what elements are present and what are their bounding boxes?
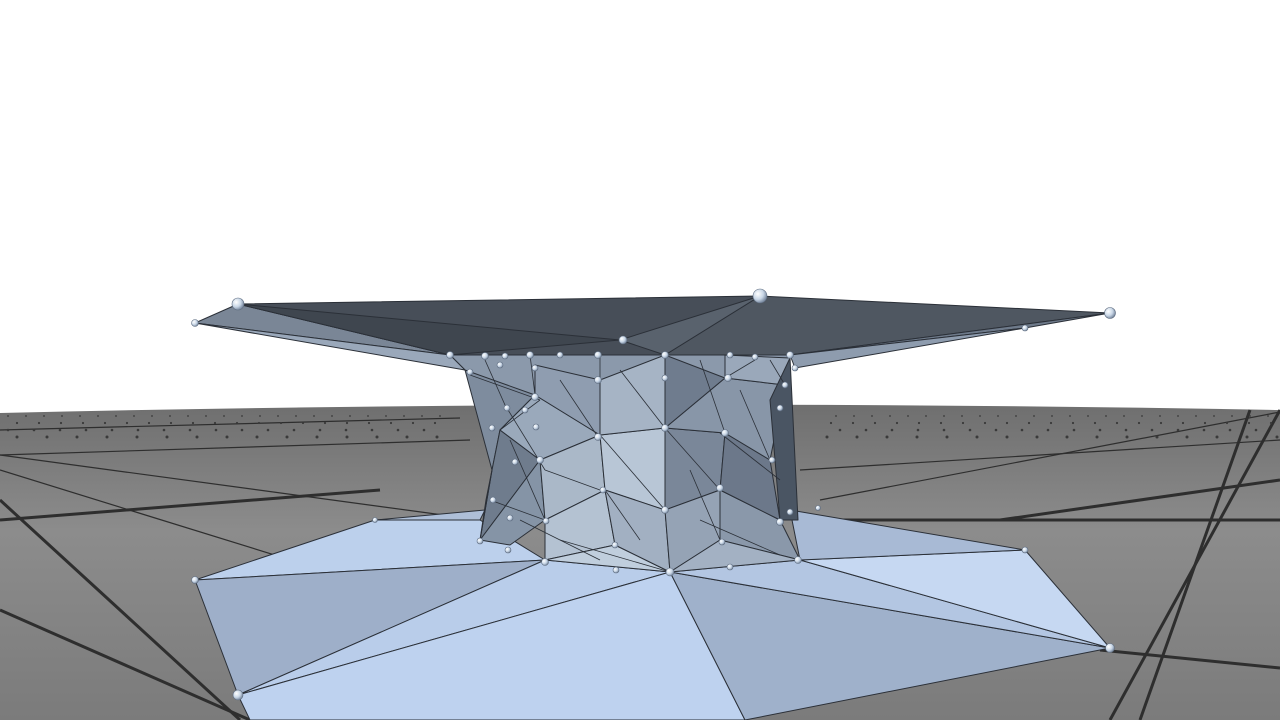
vertex-marker[interactable] [794, 556, 802, 564]
vertex-marker[interactable] [721, 429, 729, 437]
vertex-marker[interactable] [501, 352, 509, 360]
vertex-marker[interactable] [751, 353, 759, 361]
vertex-marker[interactable] [1021, 324, 1029, 332]
vertex-marker[interactable] [372, 517, 378, 523]
vertex-marker[interactable] [231, 297, 245, 311]
3d-viewport[interactable] [0, 0, 1280, 720]
vertex-marker[interactable] [724, 374, 732, 382]
vertex-marker[interactable] [661, 506, 669, 514]
vertex-marker[interactable] [503, 404, 511, 412]
vertex-marker[interactable] [1021, 546, 1029, 554]
vertex-marker[interactable] [594, 376, 602, 384]
vertex-marker[interactable] [232, 689, 244, 701]
vertex-marker[interactable] [786, 351, 794, 359]
vertex-marker[interactable] [776, 404, 784, 412]
vertex-marker[interactable] [661, 351, 669, 359]
vertex-marker[interactable] [661, 374, 669, 382]
vertex-marker[interactable] [531, 364, 539, 372]
vertex-marker[interactable] [752, 288, 768, 304]
vertex-marker[interactable] [594, 351, 602, 359]
vertex-marker[interactable] [466, 368, 474, 376]
vertex-marker[interactable] [726, 351, 734, 359]
vertex-marker[interactable] [504, 546, 512, 554]
mesh-body [449, 354, 801, 573]
vertex-marker[interactable] [476, 537, 484, 545]
vertex-marker[interactable] [542, 517, 550, 525]
vertex-marker[interactable] [786, 508, 794, 516]
vertex-marker[interactable] [781, 381, 789, 389]
vertex-marker[interactable] [768, 456, 776, 464]
vertex-marker[interactable] [1104, 307, 1116, 319]
vertex-marker[interactable] [446, 351, 454, 359]
vertex-marker[interactable] [489, 496, 497, 504]
vertex-marker[interactable] [521, 406, 529, 414]
vertex-marker[interactable] [612, 566, 620, 574]
vertex-marker[interactable] [791, 364, 799, 372]
vertex-marker[interactable] [531, 393, 539, 401]
vertex-marker[interactable] [611, 541, 619, 549]
vertex-marker[interactable] [599, 486, 607, 494]
vertex-marker[interactable] [556, 351, 564, 359]
vertex-marker[interactable] [541, 558, 549, 566]
vertex-marker[interactable] [716, 484, 724, 492]
vertex-marker[interactable] [481, 352, 489, 360]
scene-canvas[interactable] [0, 0, 1280, 720]
vertex-marker[interactable] [618, 335, 628, 345]
vertex-marker[interactable] [496, 361, 504, 369]
vertex-marker[interactable] [661, 424, 669, 432]
vertex-marker[interactable] [776, 518, 784, 526]
vertex-marker[interactable] [191, 319, 199, 327]
vertex-marker[interactable] [815, 505, 821, 511]
vertex-marker[interactable] [526, 351, 534, 359]
vertex-marker[interactable] [726, 563, 734, 571]
vertex-marker[interactable] [511, 458, 519, 466]
vertex-marker[interactable] [488, 424, 496, 432]
vertex-marker[interactable] [718, 538, 726, 546]
vertex-marker[interactable] [1105, 643, 1115, 653]
vertex-marker[interactable] [191, 576, 199, 584]
vertex-marker[interactable] [536, 456, 544, 464]
vertex-marker[interactable] [594, 433, 602, 441]
vertex-marker[interactable] [532, 423, 540, 431]
vertex-marker[interactable] [665, 567, 675, 577]
vertex-marker[interactable] [506, 514, 514, 522]
